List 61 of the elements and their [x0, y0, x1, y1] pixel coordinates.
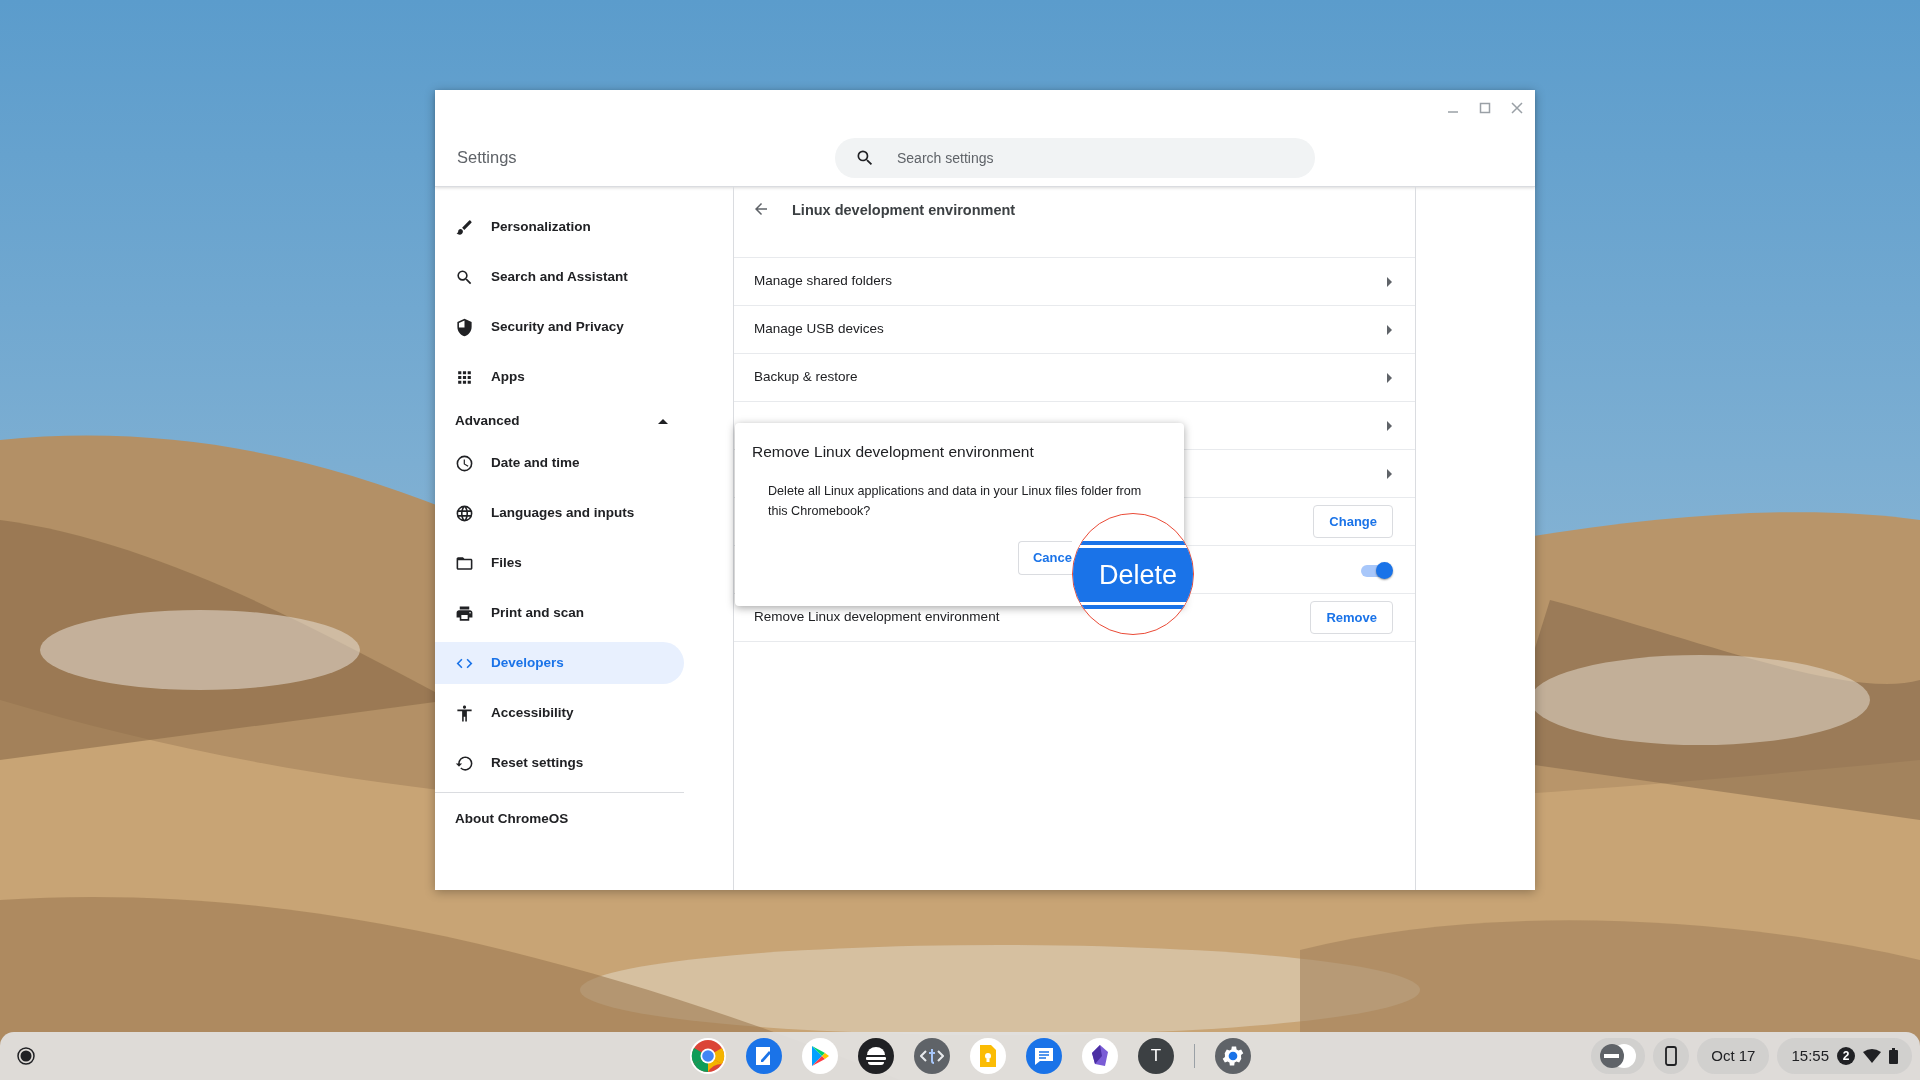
- settings-gear-icon[interactable]: [1215, 1038, 1251, 1074]
- sidebar-item[interactable]: Personalization: [435, 206, 684, 248]
- holding-space-button[interactable]: [1591, 1038, 1646, 1074]
- phone-icon[interactable]: [1653, 1038, 1690, 1074]
- wifi-icon: [1863, 1049, 1881, 1063]
- maximize-button[interactable]: [1479, 102, 1491, 114]
- window-title: Settings: [457, 147, 518, 169]
- sidebar-item[interactable]: Files: [435, 542, 684, 584]
- shield-icon: [455, 317, 474, 337]
- globe-icon: [455, 503, 474, 523]
- date-button[interactable]: Oct 17: [1697, 1038, 1770, 1074]
- printer-icon: [455, 603, 474, 623]
- launcher-button[interactable]: [16, 1046, 36, 1066]
- sidebar-item[interactable]: Reset settings: [435, 742, 684, 784]
- search-icon: [455, 267, 474, 287]
- close-button[interactable]: [1511, 102, 1523, 114]
- sidebar-item[interactable]: Developers: [435, 642, 684, 684]
- brush-icon: [455, 217, 474, 237]
- toggle-switch[interactable]: [1361, 561, 1393, 578]
- letter-app-icon[interactable]: T: [1138, 1038, 1174, 1074]
- sidebar-item[interactable]: Apps: [435, 356, 684, 398]
- clock-time: 15:55: [1791, 1045, 1829, 1066]
- search-field[interactable]: Search settings: [835, 138, 1315, 178]
- sidebar-item[interactable]: Date and time: [435, 442, 684, 484]
- delete-button[interactable]: Delete: [1073, 541, 1193, 609]
- restore-icon: [455, 753, 474, 773]
- dialog-message: Delete all Linux applications and data in your Linux files folder from this Chromebook?: [767, 483, 1143, 521]
- code-brackets-icon[interactable]: [914, 1038, 950, 1074]
- row-label: Manage USB devices: [754, 320, 884, 339]
- section-heading[interactable]: Advanced: [455, 410, 520, 432]
- submenu-arrow-icon[interactable]: [1387, 276, 1393, 287]
- sidebar-item[interactable]: Print and scan: [435, 592, 684, 634]
- sidebar-item[interactable]: Search and Assistant: [435, 256, 684, 298]
- caret-icon[interactable]: [658, 418, 668, 424]
- clock-icon: [455, 453, 474, 473]
- status-area[interactable]: 15:55 2: [1777, 1038, 1912, 1074]
- sidebar-link[interactable]: About ChromeOS: [435, 803, 733, 835]
- dialog-title: Remove Linux development environment: [752, 442, 1035, 462]
- row-button[interactable]: Remove: [1310, 600, 1393, 635]
- sidebar-item[interactable]: Security and Privacy: [435, 306, 684, 348]
- row-label: Backup & restore: [754, 368, 858, 387]
- browser-icon[interactable]: [690, 1038, 726, 1074]
- submenu-arrow-icon[interactable]: [1387, 420, 1393, 431]
- sidebar-item[interactable]: Accessibility: [435, 692, 684, 734]
- crystal-icon[interactable]: [1082, 1038, 1118, 1074]
- page-title: Linux development environment: [792, 201, 1016, 220]
- submenu-arrow-icon[interactable]: [1387, 372, 1393, 383]
- notes-icon[interactable]: [746, 1038, 782, 1074]
- search-icon: [855, 148, 875, 168]
- cancel-button[interactable]: Cance: [1017, 541, 1072, 575]
- person-icon: [455, 703, 474, 723]
- row-label: Remove Linux development environment: [754, 608, 1000, 627]
- notification-count: 2: [1837, 1047, 1855, 1065]
- submenu-arrow-icon[interactable]: [1387, 468, 1393, 479]
- row-label: Manage shared folders: [754, 272, 893, 291]
- sidebar-item[interactable]: Languages and inputs: [435, 492, 684, 534]
- row-button[interactable]: Change: [1313, 504, 1393, 539]
- battery-icon: [1889, 1048, 1898, 1064]
- burger-icon[interactable]: [858, 1038, 894, 1074]
- message-icon[interactable]: [1026, 1038, 1062, 1074]
- submenu-arrow-icon[interactable]: [1387, 324, 1393, 335]
